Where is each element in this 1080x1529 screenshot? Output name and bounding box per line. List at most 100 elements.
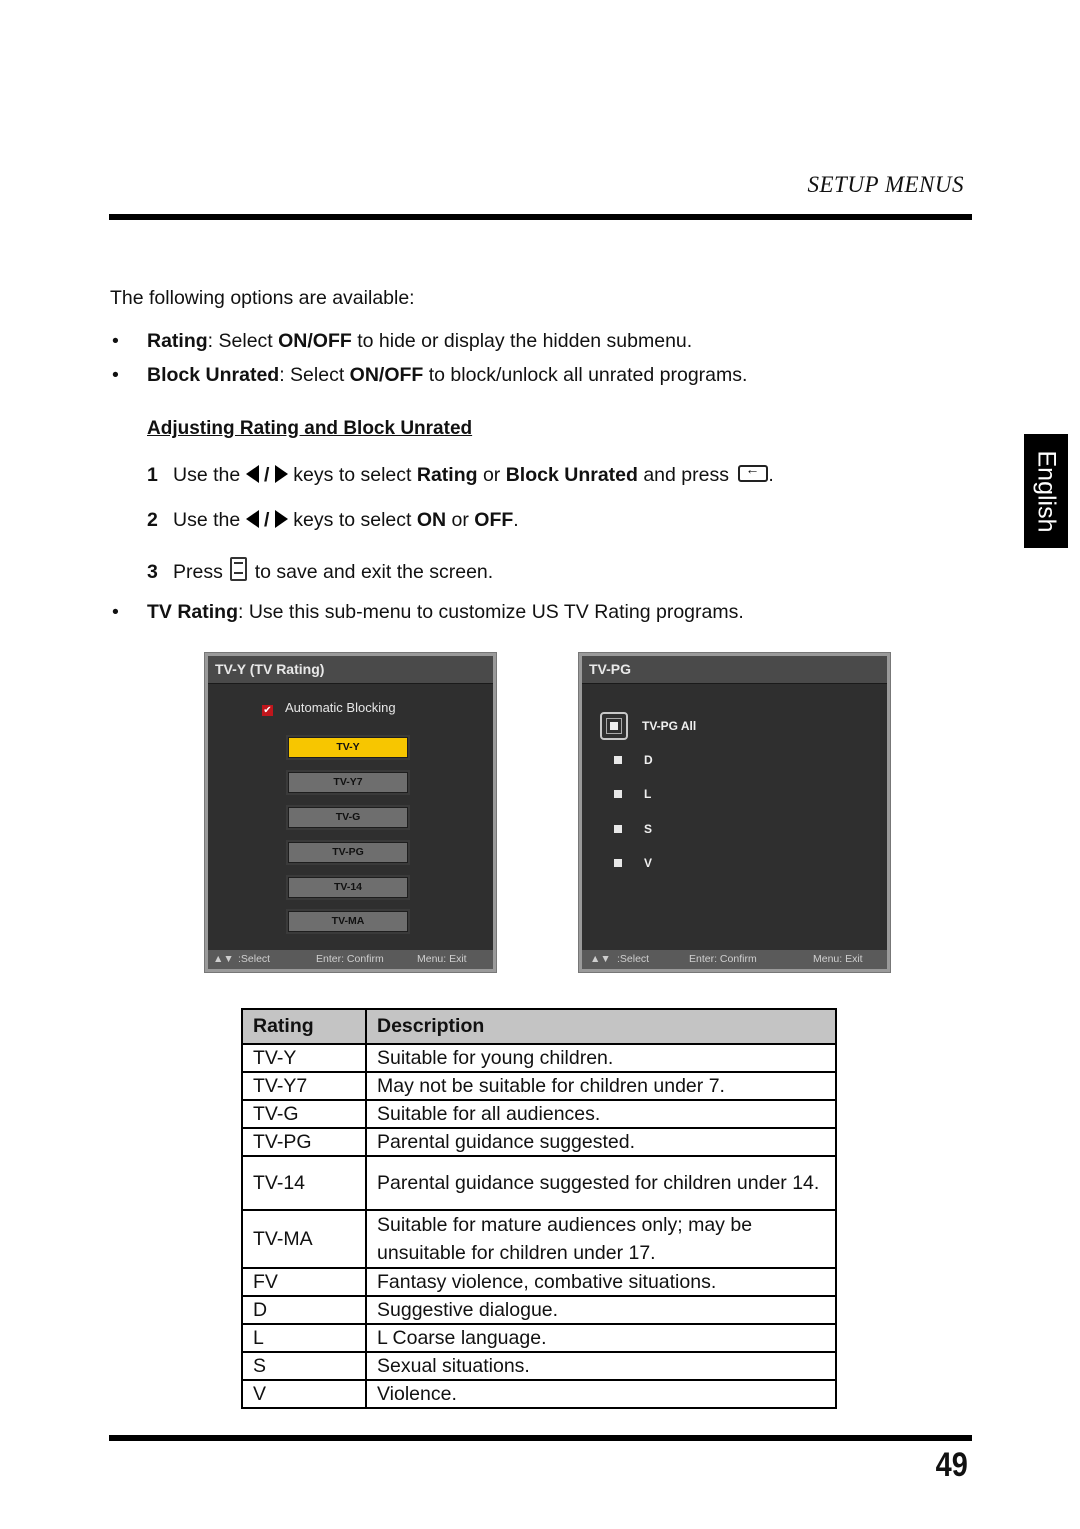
description-cell: Parental guidance suggested.: [365, 1127, 837, 1157]
header-description: Description: [365, 1008, 837, 1045]
header-rule: [109, 214, 972, 220]
table-header-row: Rating Description: [241, 1008, 837, 1045]
rating-cell: V: [241, 1379, 367, 1409]
term: OFF: [474, 509, 514, 531]
checkbox-icon: [614, 859, 622, 867]
text: Use the: [173, 464, 241, 486]
footer-select: :Select: [617, 953, 650, 965]
up-down-arrows-icon: ▲▼: [213, 953, 234, 965]
rating-button-tv-ma[interactable]: TV-MA: [286, 909, 410, 934]
text: or: [477, 464, 506, 486]
text: to block/unlock all unrated programs.: [423, 364, 748, 386]
tv-pg-all-label[interactable]: TV-PG All: [642, 719, 696, 733]
bullet-tv-rating: TV Rating: Use this sub-menu to customiz…: [147, 601, 744, 624]
rating-button-tv-14[interactable]: TV-14: [286, 875, 410, 900]
step-number: 3: [147, 561, 158, 583]
slash: /: [264, 464, 270, 486]
footer-exit: Menu: Exit: [813, 953, 863, 965]
description-cell: Violence.: [365, 1379, 837, 1409]
rating-cell: TV-G: [241, 1099, 367, 1129]
rating-button-tv-pg[interactable]: TV-PG: [286, 840, 410, 865]
checkbox-checked-icon[interactable]: ✔: [262, 705, 273, 716]
option-label: D: [644, 753, 653, 767]
page-number: 49: [935, 1446, 968, 1484]
text: : Use this sub-menu to customize US TV R…: [238, 601, 744, 623]
osd-tv-rating-screen: TV-Y (TV Rating) ✔ Automatic Blocking TV-…: [204, 652, 497, 973]
slash: /: [264, 509, 270, 531]
text: : Select: [207, 330, 279, 352]
content-option-v[interactable]: V: [614, 856, 652, 870]
rating-button-tv-g[interactable]: TV-G: [286, 805, 410, 830]
right-arrow-icon: [274, 510, 288, 528]
osd-tv-pg-screen: TV-PG TV-PG All D L S V ▲▼ :Select Enter…: [578, 652, 891, 973]
text: : Select: [279, 364, 350, 386]
term: Block Unrated: [505, 464, 638, 486]
right-arrow-icon: [274, 465, 288, 483]
bullet-dot: •: [112, 364, 119, 386]
rating-button-tv-y7[interactable]: TV-Y7: [286, 770, 410, 795]
language-tab-label: English: [1032, 450, 1061, 532]
step-2: 2 Use the / keys to select ON or OFF.: [147, 509, 519, 532]
description-cell: Sexual situations.: [365, 1351, 837, 1381]
term: Rating: [416, 464, 478, 486]
table-row: V Violence.: [241, 1379, 837, 1409]
language-tab: English: [1024, 434, 1068, 548]
description-cell: Suitable for mature audiences only; may …: [365, 1209, 837, 1269]
text: to save and exit the screen.: [249, 561, 494, 583]
term: Block Unrated: [147, 364, 280, 386]
menu-key-icon: [230, 557, 248, 581]
rating-cell: D: [241, 1295, 367, 1325]
ratings-table: Rating Description TV-Y Suitable for youn…: [241, 1008, 837, 1409]
osd-footer: ▲▼ :Select Enter: Confirm Menu: Exit: [208, 950, 493, 969]
description-cell: Suitable for all audiences.: [365, 1099, 837, 1129]
description-cell: Parental guidance suggested for children…: [365, 1155, 837, 1211]
bullet-block-unrated: Block Unrated: Select ON/OFF to block/un…: [147, 364, 747, 387]
up-down-arrows-icon: ▲▼: [590, 953, 611, 965]
description-cell: Fantasy violence, combative situations.: [365, 1267, 837, 1297]
option-label: V: [644, 856, 653, 870]
term: ON/OFF: [349, 364, 424, 386]
text: keys to select: [287, 464, 417, 486]
text: .: [513, 509, 519, 531]
table-row: TV-MA Suitable for mature audiences only;…: [241, 1209, 837, 1269]
content-option-s[interactable]: S: [614, 822, 652, 836]
content-option-d[interactable]: D: [614, 753, 653, 767]
term: ON/OFF: [278, 330, 352, 352]
footer-select: :Select: [238, 953, 271, 965]
bullet-dot: •: [112, 330, 119, 352]
table-row: TV-PG Parental guidance suggested.: [241, 1127, 837, 1157]
footer-rule: [109, 1435, 972, 1441]
rating-cell: TV-Y7: [241, 1071, 367, 1101]
rating-cell: L: [241, 1323, 367, 1353]
square-icon: [610, 722, 618, 730]
option-label: L: [644, 787, 652, 801]
table-row: TV-14 Parental guidance suggested for chi…: [241, 1155, 837, 1211]
osd-title: TV-Y (TV Rating): [208, 656, 493, 684]
rating-cell: TV-14: [241, 1155, 367, 1211]
enter-key-icon: [738, 461, 769, 482]
text: to hide or display the hidden submenu.: [351, 330, 693, 352]
table-row: S Sexual situations.: [241, 1351, 837, 1381]
content-option-l[interactable]: L: [614, 787, 651, 801]
footer-confirm: Enter: Confirm: [316, 953, 384, 965]
description-cell: L Coarse language.: [365, 1323, 837, 1353]
table-row: D Suggestive dialogue.: [241, 1295, 837, 1325]
description-cell: Suitable for young children.: [365, 1043, 837, 1073]
step-number: 1: [147, 464, 158, 486]
left-arrow-icon: [245, 465, 259, 483]
left-arrow-icon: [245, 510, 259, 528]
automatic-blocking-option[interactable]: ✔ Automatic Blocking: [262, 700, 396, 716]
step-3: 3 Press to save and exit the screen.: [147, 557, 493, 584]
checkbox-icon: [614, 825, 622, 833]
tv-pg-all-checkbox[interactable]: [600, 712, 628, 740]
table-row: TV-Y7 May not be suitable for children un…: [241, 1071, 837, 1101]
intro-text: The following options are available:: [110, 287, 415, 309]
table-row: TV-Y Suitable for young children.: [241, 1043, 837, 1073]
rating-cell: S: [241, 1351, 367, 1381]
table-row: LL Coarse language.: [241, 1323, 837, 1353]
step-1: 1 Use the / keys to select Rating or Bloc…: [147, 461, 774, 487]
rating-button-tv-y[interactable]: TV-Y: [286, 735, 410, 760]
text: and press: [637, 464, 729, 486]
rating-cell: FV: [241, 1267, 367, 1297]
term: Rating: [147, 330, 208, 352]
